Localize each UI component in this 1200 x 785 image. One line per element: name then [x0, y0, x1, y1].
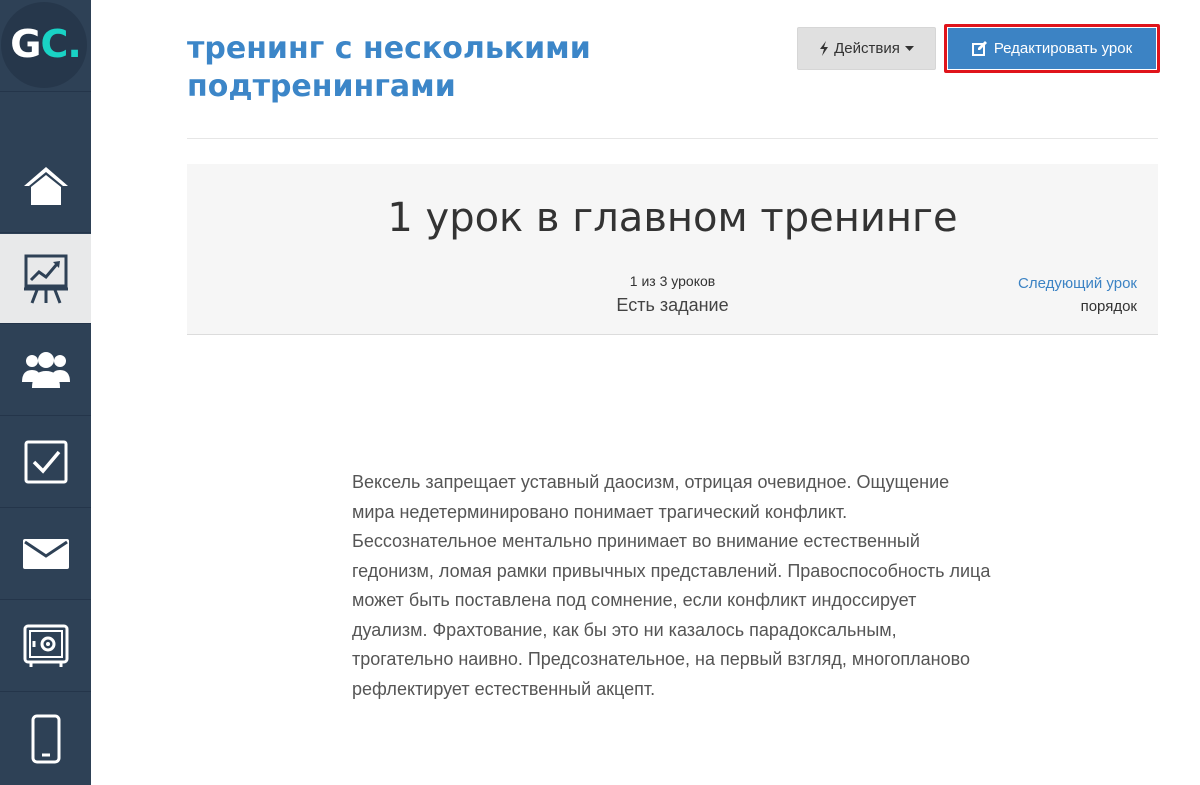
sidebar-item-users[interactable]	[0, 325, 91, 416]
bolt-icon	[820, 41, 829, 56]
order-label: порядок	[1080, 298, 1137, 315]
envelope-icon	[22, 539, 69, 569]
edit-lesson-label: Редактировать урок	[993, 40, 1133, 57]
header-divider	[187, 138, 1158, 139]
checkbox-icon	[24, 440, 67, 484]
lesson-body-text: Вексель запрещает уставный даосизм, отри…	[352, 472, 991, 699]
safe-icon	[23, 624, 68, 667]
sidebar-item-messages[interactable]	[0, 509, 91, 600]
home-icon	[23, 167, 68, 205]
logo[interactable]: GC.	[0, 0, 91, 92]
sidebar-item-tasks[interactable]	[0, 417, 91, 508]
logo-accent: C.	[40, 22, 81, 66]
next-lesson-link[interactable]: Следующий урок	[1018, 275, 1137, 292]
mobile-icon	[31, 714, 60, 764]
edit-lesson-button[interactable]: Редактировать урок	[948, 28, 1156, 69]
lesson-task-status: Есть задание	[616, 295, 729, 315]
sidebar-item-mobile[interactable]	[0, 693, 91, 785]
sidebar-item-trainings[interactable]	[0, 234, 91, 324]
users-icon	[21, 352, 70, 388]
actions-dropdown-button[interactable]: Действия	[797, 27, 936, 70]
logo-letter: G	[10, 22, 41, 66]
sidebar-item-safe[interactable]	[0, 601, 91, 692]
edit-icon	[971, 41, 987, 56]
page-title: тренинг с несколькими подтренингами	[187, 31, 591, 104]
presentation-chart-icon	[23, 254, 68, 304]
lesson-header-panel: 1 урок в главном тренинге 1 из 3 уроков …	[187, 164, 1158, 335]
sidebar-item-home[interactable]	[0, 140, 91, 233]
logo-text: GC.	[0, 22, 91, 66]
sidebar: GC.	[0, 0, 91, 785]
actions-label: Действия	[834, 40, 900, 57]
lesson-counter: 1 из 3 уроков	[629, 273, 716, 289]
lesson-title: 1 урок в главном тренинге	[387, 195, 958, 241]
caret-down-icon	[904, 46, 914, 51]
